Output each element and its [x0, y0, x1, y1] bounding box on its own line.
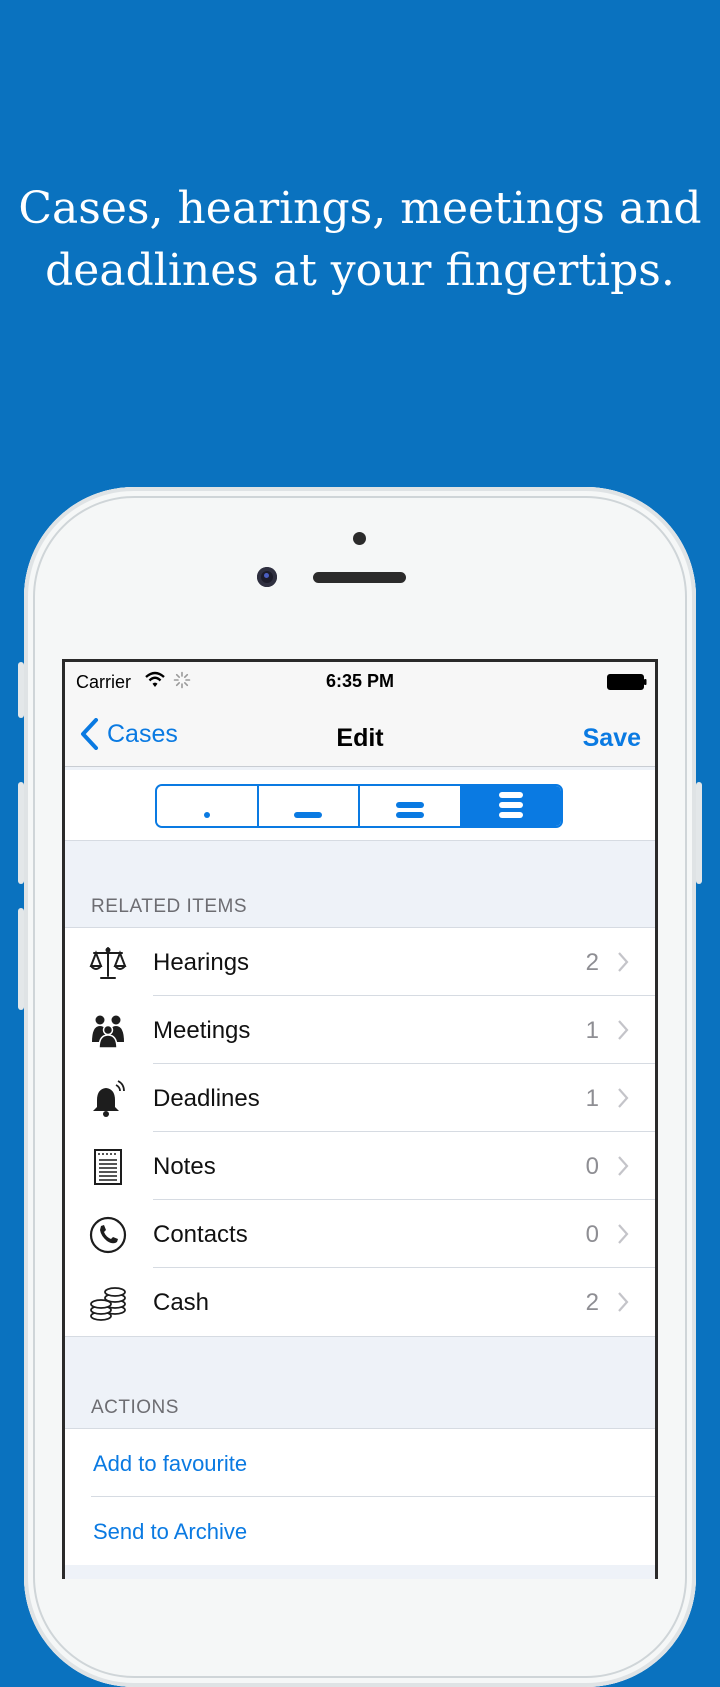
item-count: 1: [585, 1085, 599, 1112]
list-item-contacts[interactable]: Contacts 0: [65, 1200, 655, 1268]
related-items-header: RELATED ITEMS: [91, 896, 248, 917]
list-item-hearings[interactable]: Hearings 2: [65, 928, 655, 996]
phone-screen: Carrier 6:35 PM Cases Edit Save RELATED …: [62, 659, 658, 1579]
item-label: Notes: [153, 1153, 216, 1180]
item-label: Contacts: [153, 1221, 248, 1248]
item-label: Meetings: [153, 1017, 251, 1044]
priority-medium-icon: [294, 812, 323, 818]
item-count: 2: [585, 1289, 599, 1316]
notes-icon: [94, 1149, 122, 1185]
item-label: Cash: [153, 1289, 210, 1316]
proximity-sensor: [353, 532, 366, 545]
chevron-right-icon: [618, 1020, 629, 1040]
chevron-right-icon: [618, 952, 629, 972]
priority-highest-icon: [499, 792, 524, 818]
coins-icon: [90, 1287, 126, 1321]
headline-line-2: deadlines at your fingertips.: [45, 245, 675, 296]
item-count: 0: [585, 1153, 599, 1180]
chevron-right-icon: [618, 1088, 629, 1108]
status-time: 6:35 PM: [325, 671, 395, 691]
item-count: 0: [585, 1221, 599, 1248]
segment-priority-high[interactable]: [360, 786, 462, 826]
priority-segmented-control: [155, 784, 563, 828]
volume-down-button: [18, 908, 24, 1010]
item-label: Hearings: [153, 949, 250, 976]
priority-high-icon: [395, 802, 424, 818]
phone-icon: [89, 1216, 127, 1254]
chevron-right-icon: [618, 1224, 629, 1244]
add-to-favourite-button[interactable]: Add to favourite: [65, 1429, 655, 1497]
bell-icon: [93, 1080, 125, 1117]
power-button: [696, 782, 702, 884]
action-label: Send to Archive: [93, 1519, 248, 1544]
navigation-bar: Cases Edit Save: [65, 702, 655, 767]
earpiece-speaker: [313, 572, 406, 583]
mute-switch: [18, 662, 24, 718]
front-camera-icon: [257, 567, 277, 587]
send-to-archive-button[interactable]: Send to Archive: [65, 1497, 655, 1565]
battery-icon: [607, 674, 647, 690]
actions-list: Add to favourite Send to Archive: [65, 1428, 655, 1565]
list-item-deadlines[interactable]: Deadlines 1: [65, 1064, 655, 1132]
status-bar: Carrier 6:35 PM: [65, 662, 655, 702]
volume-up-button: [18, 782, 24, 884]
segment-priority-low[interactable]: [157, 786, 259, 826]
action-label: Add to favourite: [93, 1451, 248, 1476]
actions-header: ACTIONS: [91, 1397, 179, 1418]
item-count: 2: [585, 949, 599, 976]
people-icon: [92, 1015, 124, 1049]
headline-line-1: Cases, hearings, meetings and: [18, 183, 702, 234]
save-button[interactable]: Save: [583, 724, 641, 753]
priority-low-icon: [203, 812, 210, 818]
segment-priority-medium[interactable]: [258, 786, 360, 826]
scales-icon: [89, 947, 127, 979]
priority-selector-area: [65, 770, 655, 841]
list-item-notes[interactable]: Notes 0: [65, 1132, 655, 1200]
page-title: Edit: [336, 724, 384, 752]
segment-priority-highest[interactable]: [461, 786, 561, 826]
chevron-right-icon: [618, 1156, 629, 1176]
list-item-cash[interactable]: Cash 2: [65, 1268, 655, 1336]
list-item-meetings[interactable]: Meetings 1: [65, 996, 655, 1064]
item-count: 1: [585, 1017, 599, 1044]
item-label: Deadlines: [153, 1085, 260, 1112]
headline: Cases, hearings, meetings and deadlines …: [0, 178, 720, 302]
related-items-list: Hearings 2 Meetings 1 Deadlines 1 Notes …: [65, 927, 655, 1337]
chevron-right-icon: [618, 1292, 629, 1312]
